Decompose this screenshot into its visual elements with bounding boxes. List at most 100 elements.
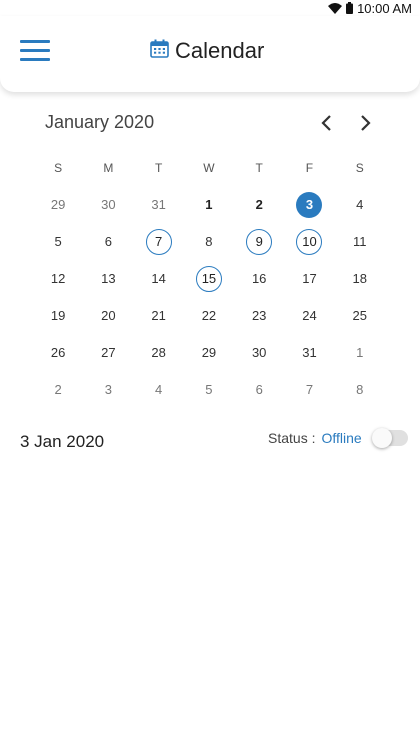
weekday-header: S M T W T F S bbox=[33, 158, 385, 178]
week-row: 2 3 4 5 6 7 8 bbox=[33, 371, 385, 408]
day-cell[interactable]: 29 bbox=[33, 186, 83, 223]
day-number: 6 bbox=[104, 234, 112, 249]
day-cell[interactable]: 19 bbox=[33, 297, 83, 334]
day-number: 1 bbox=[356, 345, 364, 360]
day-number: 1 bbox=[205, 197, 213, 212]
day-number: 5 bbox=[205, 382, 213, 397]
day-cell[interactable]: 31 bbox=[284, 334, 334, 371]
week-row: 5 6 7 8 9 10 11 bbox=[33, 223, 385, 260]
day-cell[interactable]: 25 bbox=[335, 297, 385, 334]
day-number: 7 bbox=[305, 382, 314, 397]
day-cell[interactable]: 7 bbox=[284, 371, 334, 408]
day-cell[interactable]: 22 bbox=[184, 297, 234, 334]
day-number: 8 bbox=[205, 234, 213, 249]
day-cell[interactable]: 26 bbox=[33, 334, 83, 371]
weekday-label: W bbox=[203, 161, 215, 175]
app-bar: Calendar bbox=[0, 16, 420, 92]
chevron-right-icon[interactable] bbox=[356, 112, 376, 134]
status-area: Status : Offline bbox=[268, 428, 408, 448]
status-time: 10:00 AM bbox=[357, 0, 412, 16]
day-cell[interactable]: 10 bbox=[284, 223, 334, 260]
status-label: Status : bbox=[268, 430, 316, 446]
day-number: 26 bbox=[50, 345, 66, 360]
day-cell[interactable]: 6 bbox=[234, 371, 284, 408]
day-cell[interactable]: 3 bbox=[284, 186, 334, 223]
day-number: 19 bbox=[50, 308, 66, 323]
day-cell[interactable]: 5 bbox=[33, 223, 83, 260]
day-number: 8 bbox=[356, 382, 364, 397]
day-number: 28 bbox=[151, 345, 166, 360]
calendar-icon bbox=[150, 39, 169, 63]
day-cell[interactable]: 17 bbox=[284, 260, 334, 297]
day-number: 29 bbox=[201, 345, 217, 360]
day-cell[interactable]: 6 bbox=[83, 223, 133, 260]
day-number: 30 bbox=[251, 345, 267, 360]
event-day: 9 bbox=[246, 228, 273, 255]
day-cell[interactable]: 23 bbox=[234, 297, 284, 334]
weekday-label: T bbox=[255, 161, 263, 175]
day-number: 13 bbox=[101, 271, 116, 286]
month-label: January 2020 bbox=[45, 112, 155, 132]
day-cell[interactable]: 16 bbox=[234, 260, 284, 297]
day-cell[interactable]: 5 bbox=[184, 371, 234, 408]
app-title-area: Calendar bbox=[150, 36, 264, 66]
day-cell[interactable]: 15 bbox=[184, 260, 234, 297]
day-cell[interactable]: 13 bbox=[83, 260, 133, 297]
weekday-label: S bbox=[355, 161, 364, 175]
selected-day: 3 bbox=[296, 191, 323, 218]
day-cell[interactable]: 9 bbox=[234, 223, 284, 260]
day-cell[interactable]: 27 bbox=[83, 334, 133, 371]
day-number: 29 bbox=[50, 197, 66, 212]
day-number: 4 bbox=[155, 382, 163, 397]
day-cell[interactable]: 2 bbox=[33, 371, 83, 408]
day-cell[interactable]: 8 bbox=[184, 223, 234, 260]
day-cell[interactable]: 12 bbox=[33, 260, 83, 297]
day-cell[interactable]: 21 bbox=[134, 297, 184, 334]
day-number: 3 bbox=[104, 382, 112, 397]
status-toggle[interactable] bbox=[371, 428, 408, 448]
day-cell[interactable]: 7 bbox=[134, 223, 184, 260]
day-cell[interactable]: 2 bbox=[234, 186, 284, 223]
day-number: 31 bbox=[151, 197, 166, 212]
wifi-icon bbox=[328, 2, 343, 14]
day-cell[interactable]: 18 bbox=[335, 260, 385, 297]
day-cell[interactable]: 31 bbox=[134, 186, 184, 223]
week-row: 12 13 14 15 16 17 18 bbox=[33, 260, 385, 297]
day-cell[interactable]: 3 bbox=[83, 371, 133, 408]
day-number: 2 bbox=[54, 382, 62, 397]
day-number: 30 bbox=[101, 197, 116, 212]
day-cell[interactable]: 29 bbox=[184, 334, 234, 371]
event-day: 15 bbox=[195, 265, 222, 292]
day-cell[interactable]: 28 bbox=[134, 334, 184, 371]
day-cell[interactable]: 24 bbox=[284, 297, 334, 334]
status-value: Offline bbox=[321, 430, 362, 446]
day-number: 22 bbox=[201, 308, 217, 323]
day-number: 21 bbox=[151, 308, 166, 323]
day-cell[interactable]: 30 bbox=[83, 186, 133, 223]
day-cell[interactable]: 20 bbox=[83, 297, 133, 334]
day-cell[interactable]: 1 bbox=[335, 334, 385, 371]
weekday-label: T bbox=[154, 161, 163, 175]
day-number: 24 bbox=[302, 308, 317, 323]
status-bar: 10:00 AM bbox=[0, 0, 420, 16]
day-number: 23 bbox=[251, 308, 267, 323]
event-day: 10 bbox=[296, 228, 323, 255]
day-cell[interactable]: 4 bbox=[134, 371, 184, 408]
weekday-label: S bbox=[54, 161, 63, 175]
day-cell[interactable]: 30 bbox=[234, 334, 284, 371]
day-number: 12 bbox=[50, 271, 66, 286]
hamburger-menu-icon[interactable] bbox=[20, 40, 50, 62]
day-cell[interactable]: 1 bbox=[184, 186, 234, 223]
chevron-left-icon[interactable] bbox=[316, 112, 336, 134]
weekday-label: F bbox=[305, 161, 314, 175]
day-cell[interactable]: 14 bbox=[134, 260, 184, 297]
day-number: 20 bbox=[101, 308, 116, 323]
day-cell[interactable]: 4 bbox=[335, 186, 385, 223]
day-number: 6 bbox=[255, 382, 263, 397]
toggle-knob[interactable] bbox=[371, 428, 392, 448]
day-number: 4 bbox=[356, 197, 364, 212]
day-cell[interactable]: 8 bbox=[335, 371, 385, 408]
day-cell[interactable]: 11 bbox=[335, 223, 385, 260]
day-number: 14 bbox=[151, 271, 166, 286]
day-number: 31 bbox=[302, 345, 317, 360]
